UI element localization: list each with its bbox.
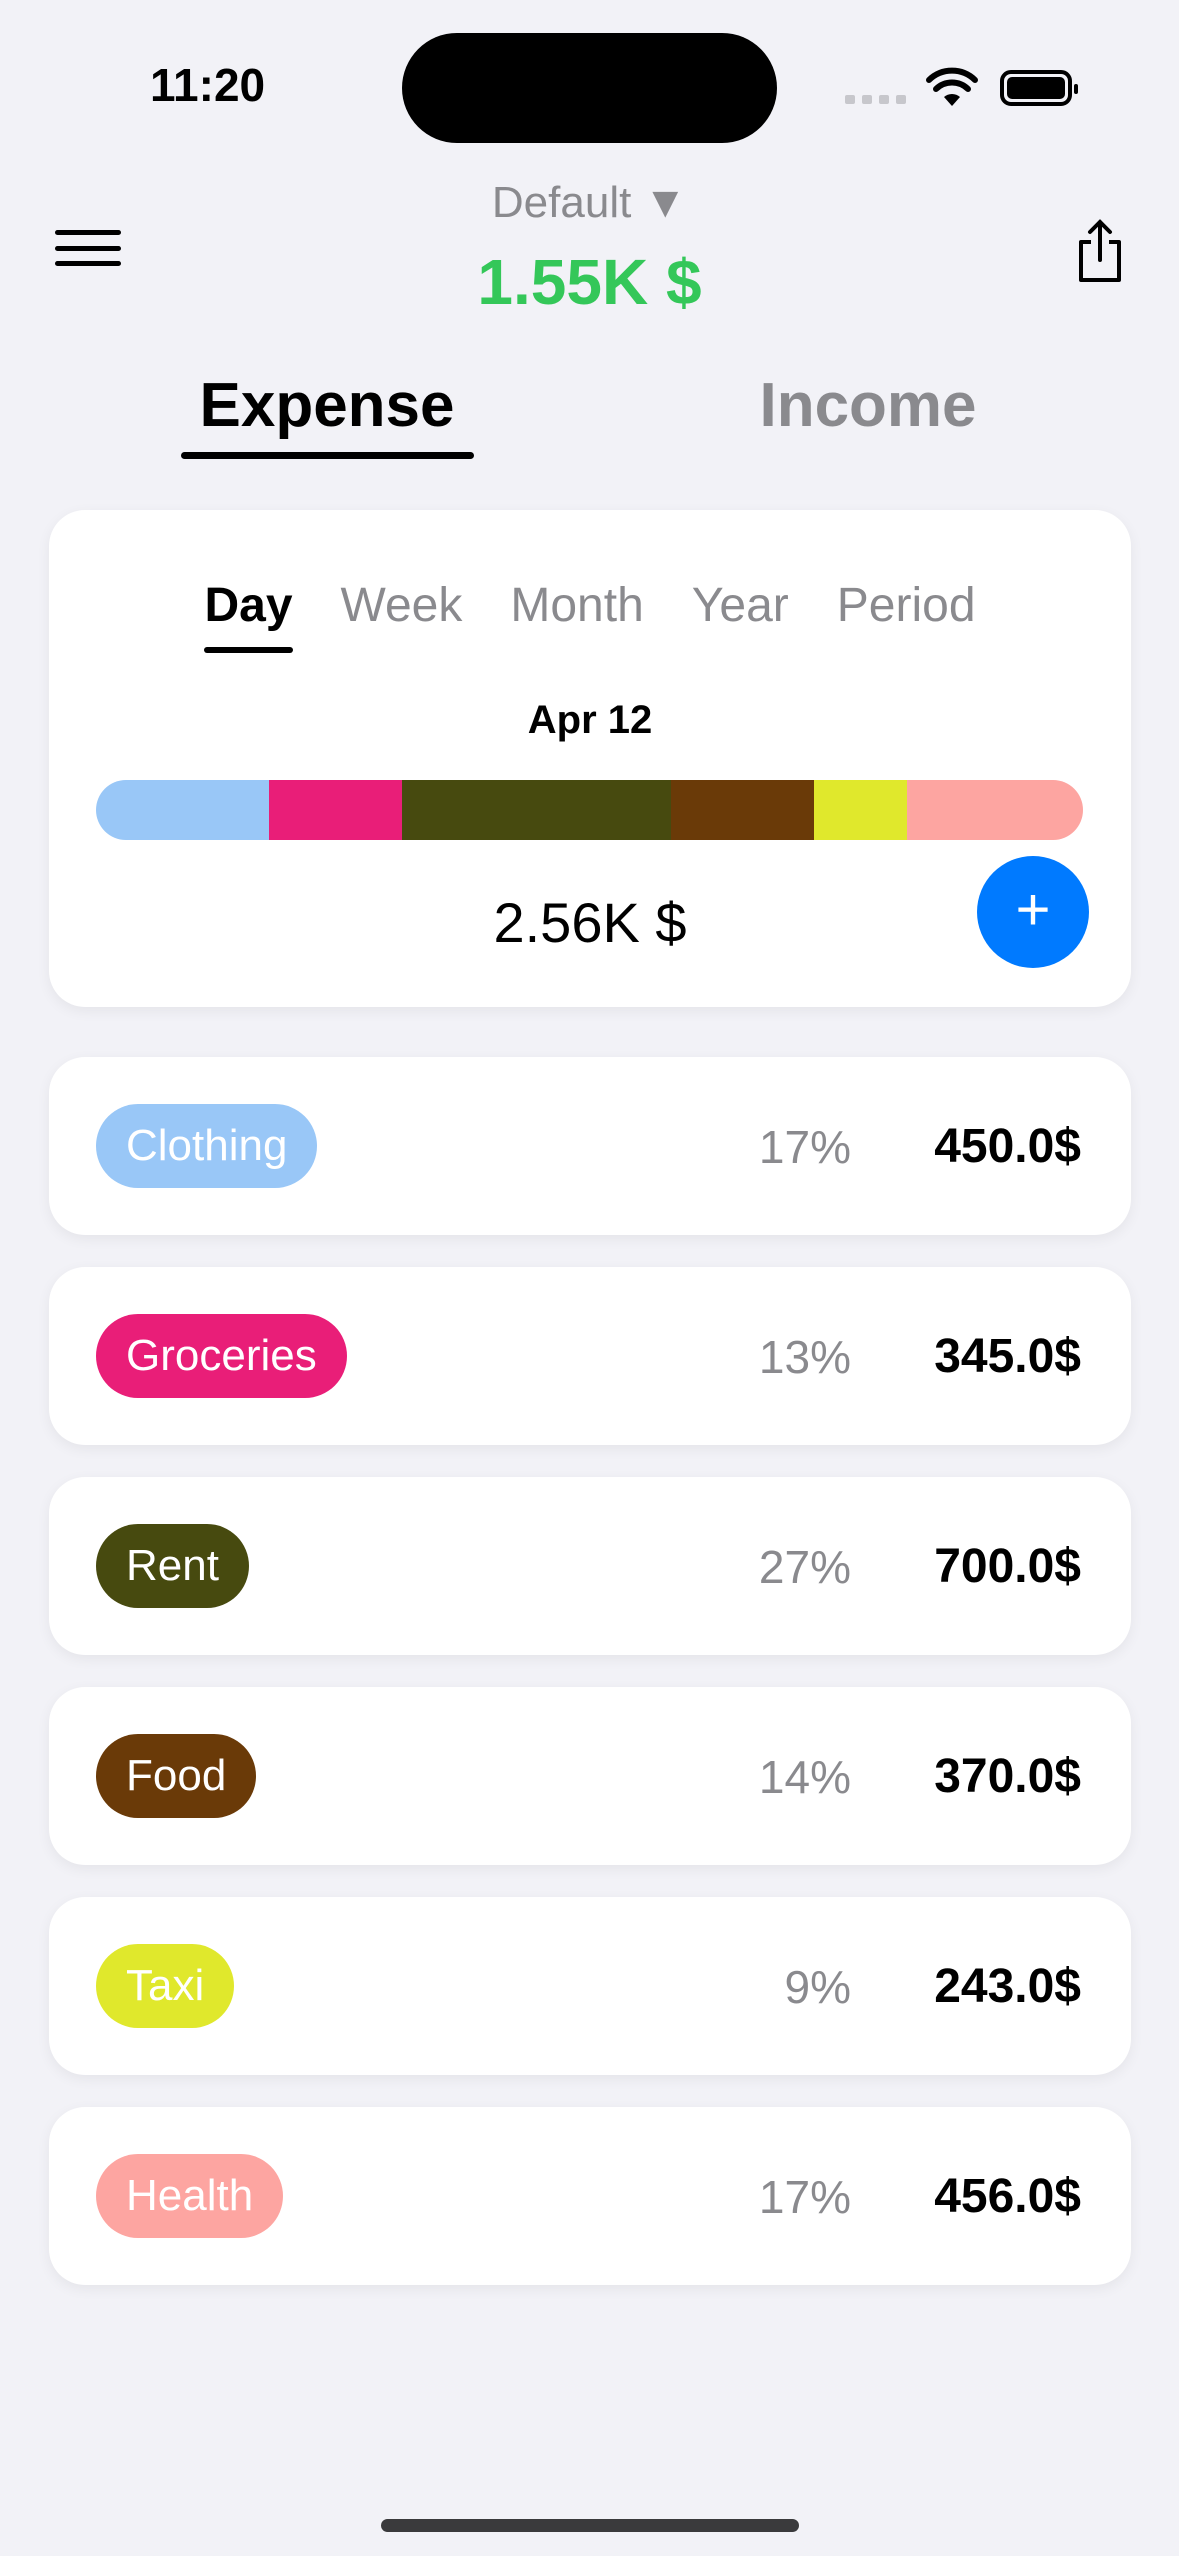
summary-card: Day Week Month Year Period Apr 12 2.56K … [49, 510, 1131, 1007]
category-amount: 456.0$ [934, 2170, 1081, 2223]
category-row[interactable]: Clothing 17% 450.0$ [49, 1057, 1131, 1235]
share-icon[interactable] [1075, 218, 1125, 284]
category-amount: 370.0$ [934, 1750, 1081, 1803]
bar-segment-taxi [813, 780, 908, 840]
tab-expense[interactable]: Expense [127, 370, 527, 441]
category-amount: 700.0$ [934, 1540, 1081, 1593]
bar-segment-rent [402, 780, 672, 840]
category-percent: 9% [784, 1961, 851, 2013]
category-percent: 13% [758, 1331, 851, 1383]
category-row[interactable]: Taxi 9% 243.0$ [49, 1897, 1131, 2075]
category-percent: 17% [758, 2171, 851, 2223]
dynamic-island [402, 33, 777, 143]
battery-icon [1000, 70, 1078, 106]
category-percent: 17% [758, 1121, 851, 1173]
category-distribution-bar [96, 780, 1083, 840]
category-pill: Health [96, 2154, 284, 2238]
period-tab-day[interactable]: Day [204, 578, 293, 653]
bar-segment-clothing [96, 780, 270, 840]
category-percent: 14% [758, 1751, 851, 1803]
period-tab-year[interactable]: Year [692, 578, 789, 633]
total-amount: 2.56K $ [493, 891, 687, 954]
account-selector[interactable]: Default ▼ [0, 178, 1179, 228]
bar-segment-groceries [269, 780, 403, 840]
category-pill: Rent [96, 1524, 249, 1608]
category-row[interactable]: Health 17% 456.0$ [49, 2107, 1131, 2285]
status-time: 11:20 [150, 59, 266, 111]
period-tab-week[interactable]: Week [341, 578, 463, 633]
period-tabs: Day Week Month Year Period [49, 578, 1131, 653]
tab-indicator [181, 452, 474, 459]
category-pill: Taxi [96, 1944, 235, 2028]
category-percent: 27% [758, 1541, 851, 1593]
add-expense-button[interactable]: + [977, 856, 1089, 968]
category-amount: 243.0$ [934, 1960, 1081, 2013]
wifi-icon [926, 67, 978, 106]
category-row[interactable]: Groceries 13% 345.0$ [49, 1267, 1131, 1445]
cellular-signal-icon [845, 95, 906, 104]
bar-segment-food [671, 780, 814, 840]
balance: 1.55K $ [477, 246, 702, 318]
period-tab-period[interactable]: Period [837, 578, 976, 633]
category-row[interactable]: Food 14% 370.0$ [49, 1687, 1131, 1865]
category-pill: Groceries [96, 1314, 347, 1398]
category-row[interactable]: Rent 27% 700.0$ [49, 1477, 1131, 1655]
category-amount: 450.0$ [934, 1120, 1081, 1173]
date-label: Apr 12 [527, 698, 653, 742]
category-amount: 345.0$ [934, 1330, 1081, 1383]
category-pill: Food [96, 1734, 257, 1818]
period-tab-month[interactable]: Month [510, 578, 643, 633]
bar-segment-health [907, 780, 1083, 840]
category-pill: Clothing [96, 1104, 318, 1188]
tab-income[interactable]: Income [668, 370, 1068, 441]
home-indicator[interactable] [381, 2519, 799, 2532]
